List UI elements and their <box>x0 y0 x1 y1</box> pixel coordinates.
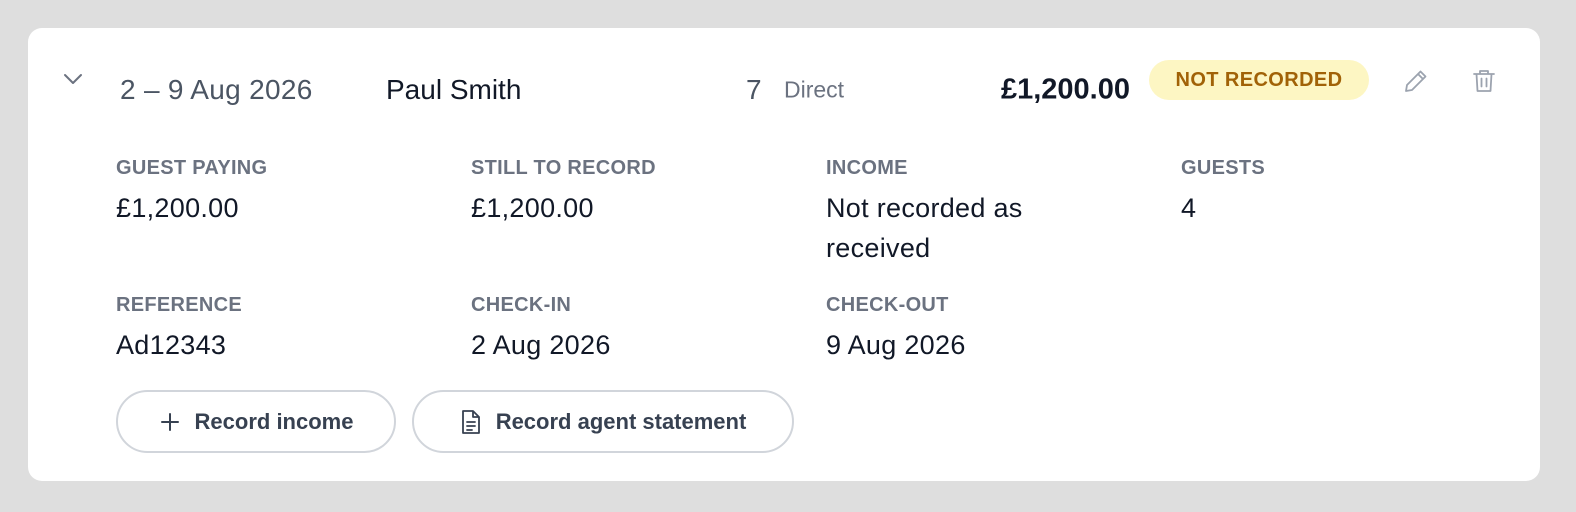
check-in-field: CHECK-IN 2 Aug 2026 <box>471 293 811 365</box>
field-value: £1,200.00 <box>116 193 239 223</box>
booking-amount: £1,200.00 <box>1000 73 1130 106</box>
field-label: INCOME <box>826 157 908 179</box>
record-income-button[interactable]: Record income <box>116 390 396 453</box>
field-label: GUESTS <box>1181 157 1266 179</box>
field-label: STILL TO RECORD <box>471 157 656 179</box>
record-income-label: Record income <box>194 408 354 434</box>
trash-icon <box>1470 67 1498 95</box>
field-value: £1,200.00 <box>471 193 594 223</box>
field-value: Ad12343 <box>116 330 227 360</box>
booking-card: 2 – 9 Aug 2026 Paul Smith 7 Direct £1,20… <box>28 28 1540 481</box>
field-label: CHECK-IN <box>471 294 572 316</box>
document-icon <box>460 409 482 435</box>
delete-button[interactable] <box>1469 66 1499 96</box>
income-field: INCOME Not recorded as received <box>826 156 1126 268</box>
field-label: CHECK-OUT <box>826 294 949 316</box>
field-value: 9 Aug 2026 <box>826 330 966 360</box>
field-value: 2 Aug 2026 <box>471 330 611 360</box>
field-value: Not recorded as received <box>826 193 1023 263</box>
field-value: 4 <box>1181 193 1197 223</box>
record-agent-statement-label: Record agent statement <box>495 408 747 434</box>
pencil-icon <box>1402 67 1430 95</box>
plus-icon <box>159 411 181 433</box>
edit-button[interactable] <box>1401 66 1431 96</box>
field-label: REFERENCE <box>116 294 243 316</box>
nights-count: 7 <box>746 74 762 105</box>
booking-dates: 2 – 9 Aug 2026 <box>120 74 313 105</box>
guests-field: GUESTS 4 <box>1181 156 1521 228</box>
guest-paying-field: GUEST PAYING £1,200.00 <box>116 156 456 228</box>
check-out-field: CHECK-OUT 9 Aug 2026 <box>826 293 1166 365</box>
status-badge: NOT RECORDED <box>1149 60 1369 100</box>
guest-name: Paul Smith <box>386 74 522 105</box>
still-to-record-field: STILL TO RECORD £1,200.00 <box>471 156 811 228</box>
reference-field: REFERENCE Ad12343 <box>116 293 456 365</box>
record-agent-statement-button[interactable]: Record agent statement <box>412 390 794 453</box>
booking-channel: Direct <box>784 76 845 103</box>
chevron-down-icon[interactable] <box>62 68 84 90</box>
booking-summary-row[interactable]: 2 – 9 Aug 2026 Paul Smith 7 Direct £1,20… <box>28 28 1540 132</box>
field-label: GUEST PAYING <box>116 157 268 179</box>
